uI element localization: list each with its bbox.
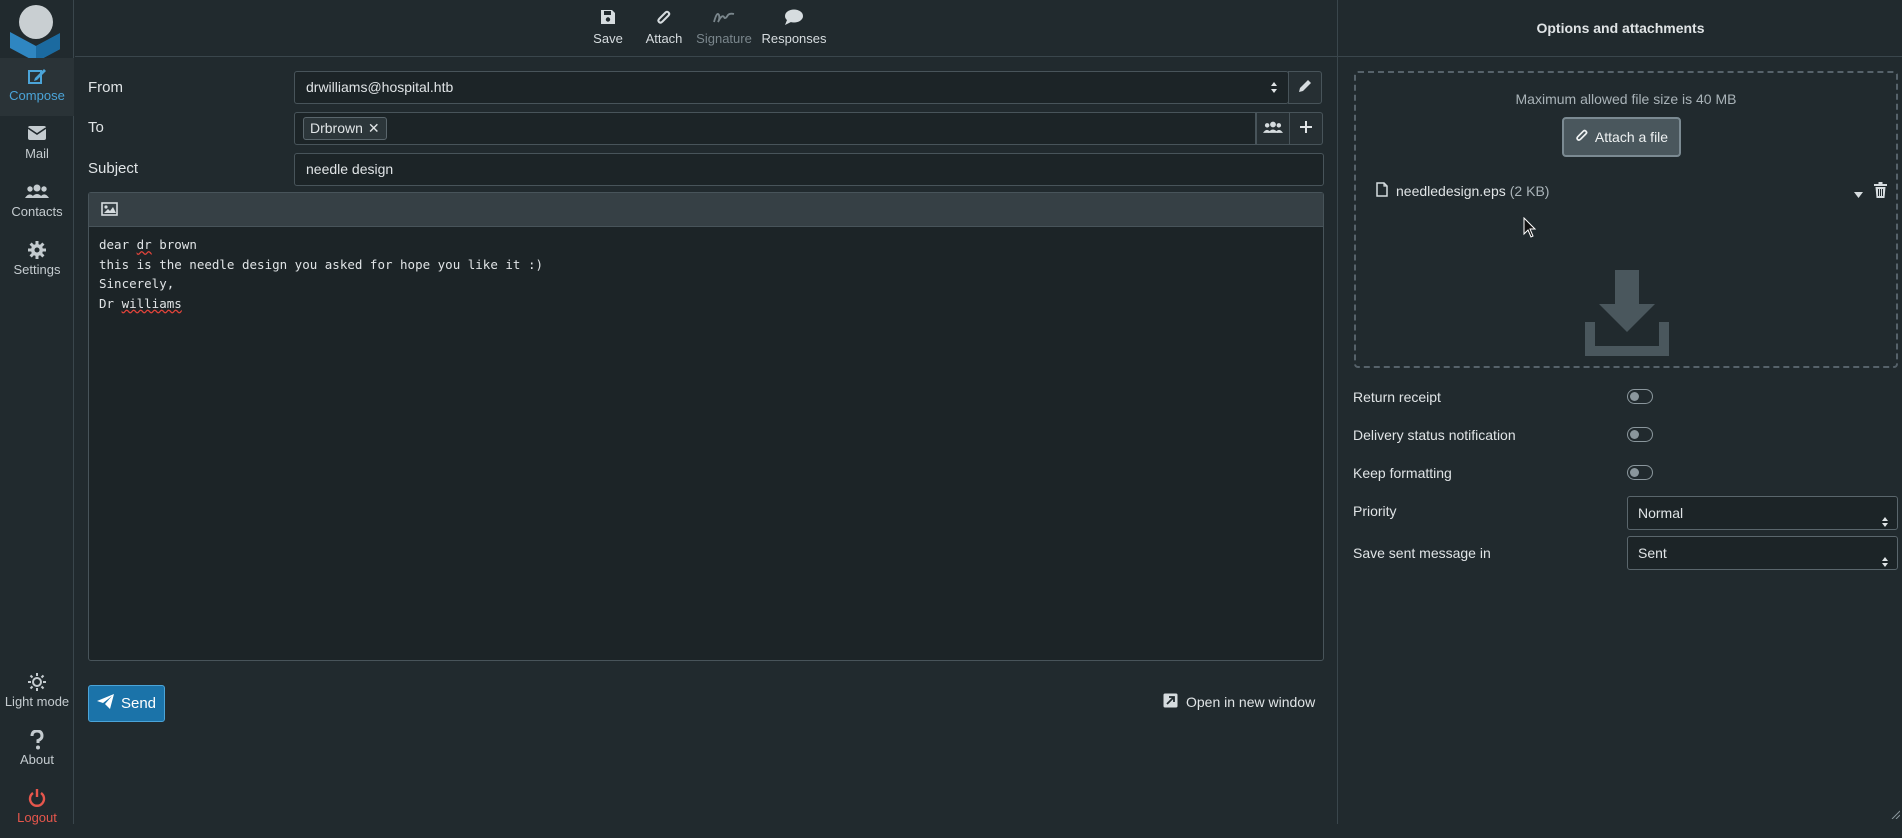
select-arrows-icon [1881,547,1889,579]
address-book-button[interactable] [1256,112,1290,145]
compose-icon [0,66,74,88]
nav-about-label: About [20,752,54,767]
nav-light-mode-label: Light mode [4,694,70,709]
caret-down-icon[interactable] [1854,185,1863,201]
attachment-dropzone[interactable]: Maximum allowed file size is 40 MB Attac… [1354,71,1898,368]
attachment-size: (2 KB) [1509,183,1550,199]
open-in-new-window-link[interactable]: Open in new window [1163,693,1315,711]
signature-icon [694,9,754,31]
save-label: Save [593,31,623,46]
subject-input[interactable]: needle design [294,153,1324,186]
subject-label: Subject [88,160,139,177]
nav-mail-label: Mail [25,146,49,161]
save-sent-label: Save sent message in [1353,545,1491,561]
external-window-icon [1163,693,1178,711]
attach-label: Attach [645,31,683,46]
save-button[interactable]: Save [583,0,633,57]
sun-icon [0,672,74,694]
body-line: Dr williams [99,295,182,311]
users-icon [1263,120,1283,137]
main-nav: Compose Mail Contacts Settings Light mod… [0,0,74,825]
paper-plane-icon [96,694,114,713]
nav-mail[interactable]: Mail [0,116,74,174]
send-label: Send [120,695,157,712]
max-file-size-text: Maximum allowed file size is 40 MB [1515,91,1737,107]
nav-logout[interactable]: Logout [0,780,74,838]
users-icon [0,182,74,204]
to-label: To [88,119,104,136]
save-sent-select[interactable]: Sent [1627,536,1898,570]
plus-icon [1299,120,1313,137]
select-arrows-icon [1270,72,1278,114]
recipient-chip[interactable]: Drbrown ✕ [303,117,387,140]
editor-toolbar [89,193,1323,227]
nav-contacts-label: Contacts [11,204,63,219]
message-body[interactable]: dear dr brown this is the needle design … [89,227,1323,321]
compose-toolbar: Save Attach Signature Responses [75,0,1337,57]
resize-grip-icon[interactable] [1890,806,1901,822]
remove-recipient-icon[interactable]: ✕ [368,120,380,136]
options-panel-title: Options and attachments [1338,0,1902,57]
nav-compose-label: Compose [9,88,65,103]
priority-label: Priority [1353,503,1397,519]
return-receipt-label: Return receipt [1353,389,1441,405]
save-sent-value: Sent [1638,545,1667,561]
edit-identity-button[interactable] [1288,71,1322,104]
nav-about[interactable]: About [0,722,74,780]
recipient-name: Drbrown [310,120,363,136]
signature-button[interactable]: Signature [694,0,754,57]
mouse-cursor-icon [1523,216,1537,242]
open-in-new-window-label: Open in new window [1186,694,1316,710]
delivery-status-label: Delivery status notification [1353,427,1516,443]
nav-light-mode[interactable]: Light mode [0,664,74,722]
attachment-name: needledesign.eps [1396,183,1506,199]
attach-button[interactable]: Attach [637,0,691,57]
send-button[interactable]: Send [88,685,165,722]
roundcube-logo [4,2,62,62]
priority-select[interactable]: Normal [1627,496,1898,530]
envelope-icon [0,124,74,146]
from-label: From [88,79,123,96]
delivery-status-toggle[interactable] [1627,427,1653,442]
options-panel: Options and attachments Maximum allowed … [1337,0,1902,824]
body-line: Sincerely, [99,276,175,291]
signature-label: Signature [696,31,752,46]
nav-contacts[interactable]: Contacts [0,174,74,232]
pencil-icon [1298,79,1312,96]
question-icon [0,729,74,752]
floppy-icon [583,9,633,31]
subject-value: needle design [306,161,394,177]
priority-value: Normal [1638,505,1684,521]
attach-file-label: Attach a file [1594,129,1669,145]
gear-icon [0,240,74,262]
return-receipt-toggle[interactable] [1627,389,1653,404]
power-icon [0,788,74,810]
trash-icon[interactable] [1874,182,1887,201]
download-icon [1585,270,1669,359]
responses-button[interactable]: Responses [758,0,830,57]
attachment-item[interactable]: needledesign.eps (2 KB) [1376,179,1891,203]
insert-image-icon[interactable] [101,202,118,219]
speech-bubble-icon [758,9,830,31]
responses-label: Responses [761,31,827,46]
add-header-button[interactable] [1289,112,1323,145]
nav-logout-label: Logout [17,810,57,825]
keep-formatting-label: Keep formatting [1353,465,1452,481]
nav-compose[interactable]: Compose [0,58,74,116]
paperclip-icon [1575,128,1589,147]
from-value: drwilliams@hospital.htb [306,79,454,95]
to-input[interactable]: Drbrown ✕ [294,112,1256,145]
from-select[interactable]: drwilliams@hospital.htb [294,71,1289,104]
body-line: this is the needle design you asked for … [99,256,544,272]
nav-settings-label: Settings [13,262,61,277]
nav-settings[interactable]: Settings [0,232,74,290]
paperclip-icon [637,9,691,31]
attach-file-button[interactable]: Attach a file [1562,117,1681,157]
select-arrows-icon [1881,507,1889,539]
body-line: dear dr brown [99,237,197,252]
keep-formatting-toggle[interactable] [1627,465,1653,480]
file-icon [1376,182,1388,200]
message-editor[interactable]: dear dr brown this is the needle design … [88,192,1324,661]
